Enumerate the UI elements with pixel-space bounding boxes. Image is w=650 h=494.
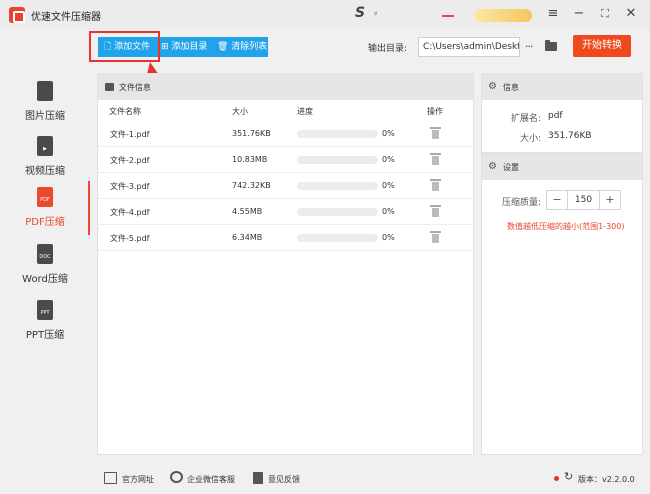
progress-bar bbox=[297, 208, 378, 216]
sidebar-item-video[interactable]: ▶ 视频压缩 bbox=[0, 130, 90, 184]
table-row[interactable]: 文件-1.pdf 351.76KB 0% bbox=[98, 121, 474, 147]
sidebar-item-label: PDF压缩 bbox=[25, 217, 65, 228]
wechat-support-link[interactable]: 企业微信客服 bbox=[187, 474, 235, 485]
progress-bar bbox=[297, 130, 378, 138]
column-header-action: 操作 bbox=[427, 107, 443, 116]
progress-percent: 0% bbox=[382, 207, 395, 216]
output-dir-label: 输出目录: bbox=[368, 44, 408, 54]
quality-value[interactable]: 150 bbox=[567, 191, 600, 209]
extension-label: 扩展名: bbox=[510, 114, 541, 124]
sidebar-item-image[interactable]: 图片压缩 bbox=[0, 75, 90, 129]
quality-stepper[interactable]: − 150 + bbox=[546, 190, 621, 210]
file-size: 10.83MB bbox=[232, 155, 268, 164]
wechat-service-icon bbox=[170, 471, 183, 483]
increment-button[interactable]: + bbox=[600, 191, 620, 209]
version-text: 版本：v2.2.0.0 bbox=[578, 475, 635, 484]
feedback-icon bbox=[253, 472, 263, 484]
column-header-name: 文件名称 bbox=[109, 107, 141, 116]
update-dot-icon bbox=[554, 476, 559, 481]
extension-value: pdf bbox=[548, 111, 563, 121]
video-file-icon: ▶ bbox=[37, 136, 53, 156]
file-size: 4.55MB bbox=[232, 207, 263, 216]
file-name: 文件-4.pdf bbox=[110, 208, 150, 217]
column-header-progress: 进度 bbox=[297, 107, 313, 116]
file-name: 文件-3.pdf bbox=[110, 182, 150, 191]
folder-icon[interactable] bbox=[545, 40, 557, 51]
progress-percent: 0% bbox=[382, 233, 395, 242]
refresh-icon[interactable]: ↻ bbox=[564, 470, 573, 483]
table-row[interactable]: 文件-2.pdf 10.83MB 0% bbox=[98, 147, 474, 173]
info-panel-title: 信息 bbox=[503, 83, 519, 92]
size-label: 大小: bbox=[519, 134, 541, 144]
output-dir-field[interactable]: C:\Users\admin\Desktop bbox=[418, 37, 520, 57]
quality-label: 压缩质量: bbox=[501, 198, 541, 208]
table-row[interactable]: 文件-3.pdf 742.32KB 0% bbox=[98, 173, 474, 199]
decrement-button[interactable]: − bbox=[547, 191, 567, 209]
quality-hint: 数值越低压缩的越小(范围1-300) bbox=[507, 222, 625, 231]
gear-icon: ⚙ bbox=[488, 81, 497, 92]
image-file-icon bbox=[37, 81, 53, 101]
table-row[interactable]: 文件-4.pdf 4.55MB 0% bbox=[98, 199, 474, 225]
column-header-size: 大小 bbox=[232, 107, 248, 116]
progress-bar bbox=[297, 156, 378, 164]
progress-bar bbox=[297, 182, 378, 190]
progress-percent: 0% bbox=[382, 155, 395, 164]
settings-panel-title: 设置 bbox=[503, 163, 519, 172]
progress-percent: 0% bbox=[382, 129, 395, 138]
sidebar-item-word[interactable]: DOC Word压缩 bbox=[0, 238, 90, 292]
sidebar-item-label: 图片压缩 bbox=[25, 111, 65, 122]
file-size: 351.76KB bbox=[232, 129, 271, 138]
file-name: 文件-5.pdf bbox=[110, 234, 150, 243]
monitor-icon bbox=[104, 472, 117, 484]
feedback-link[interactable]: 意见反馈 bbox=[268, 474, 300, 485]
more-options-button[interactable]: ··· bbox=[525, 40, 533, 53]
pdf-file-icon: PDF bbox=[37, 187, 53, 207]
gear-icon: ⚙ bbox=[488, 161, 497, 172]
sidebar-item-ppt[interactable]: PPT PPT压缩 bbox=[0, 294, 90, 348]
word-file-icon: DOC bbox=[37, 244, 53, 264]
progress-percent: 0% bbox=[382, 181, 395, 190]
delete-icon[interactable] bbox=[430, 153, 441, 165]
sidebar-item-label: 视频压缩 bbox=[25, 166, 65, 177]
delete-icon[interactable] bbox=[430, 205, 441, 217]
start-convert-button[interactable]: 开始转换 bbox=[573, 35, 631, 57]
sidebar-item-label: Word压缩 bbox=[22, 274, 68, 285]
settings-panel-header: ⚙ 设置 bbox=[482, 154, 642, 180]
file-size: 742.32KB bbox=[232, 181, 271, 190]
table-row[interactable]: 文件-5.pdf 6.34MB 0% bbox=[98, 225, 474, 251]
info-panel-header: ⚙ 信息 bbox=[482, 74, 642, 100]
sidebar: 图片压缩 ▶ 视频压缩 PDF PDF压缩 DOC Word压缩 PPT PPT… bbox=[0, 70, 90, 460]
file-size: 6.34MB bbox=[232, 233, 263, 242]
size-value: 351.76KB bbox=[548, 131, 592, 141]
footer bbox=[0, 462, 650, 494]
delete-icon[interactable] bbox=[430, 127, 441, 139]
progress-bar bbox=[297, 234, 378, 242]
file-panel-title: 文件信息 bbox=[119, 83, 151, 92]
website-link[interactable]: 官方网址 bbox=[122, 474, 154, 485]
sidebar-item-pdf[interactable]: PDF PDF压缩 bbox=[0, 181, 90, 235]
sidebar-item-label: PPT压缩 bbox=[25, 330, 65, 341]
delete-icon[interactable] bbox=[430, 231, 441, 243]
file-name: 文件-1.pdf bbox=[110, 130, 150, 139]
file-panel-header: 文件信息 bbox=[98, 74, 473, 100]
delete-icon[interactable] bbox=[430, 179, 441, 191]
file-name: 文件-2.pdf bbox=[110, 156, 150, 165]
ppt-file-icon: PPT bbox=[37, 300, 53, 320]
image-icon bbox=[105, 83, 114, 91]
